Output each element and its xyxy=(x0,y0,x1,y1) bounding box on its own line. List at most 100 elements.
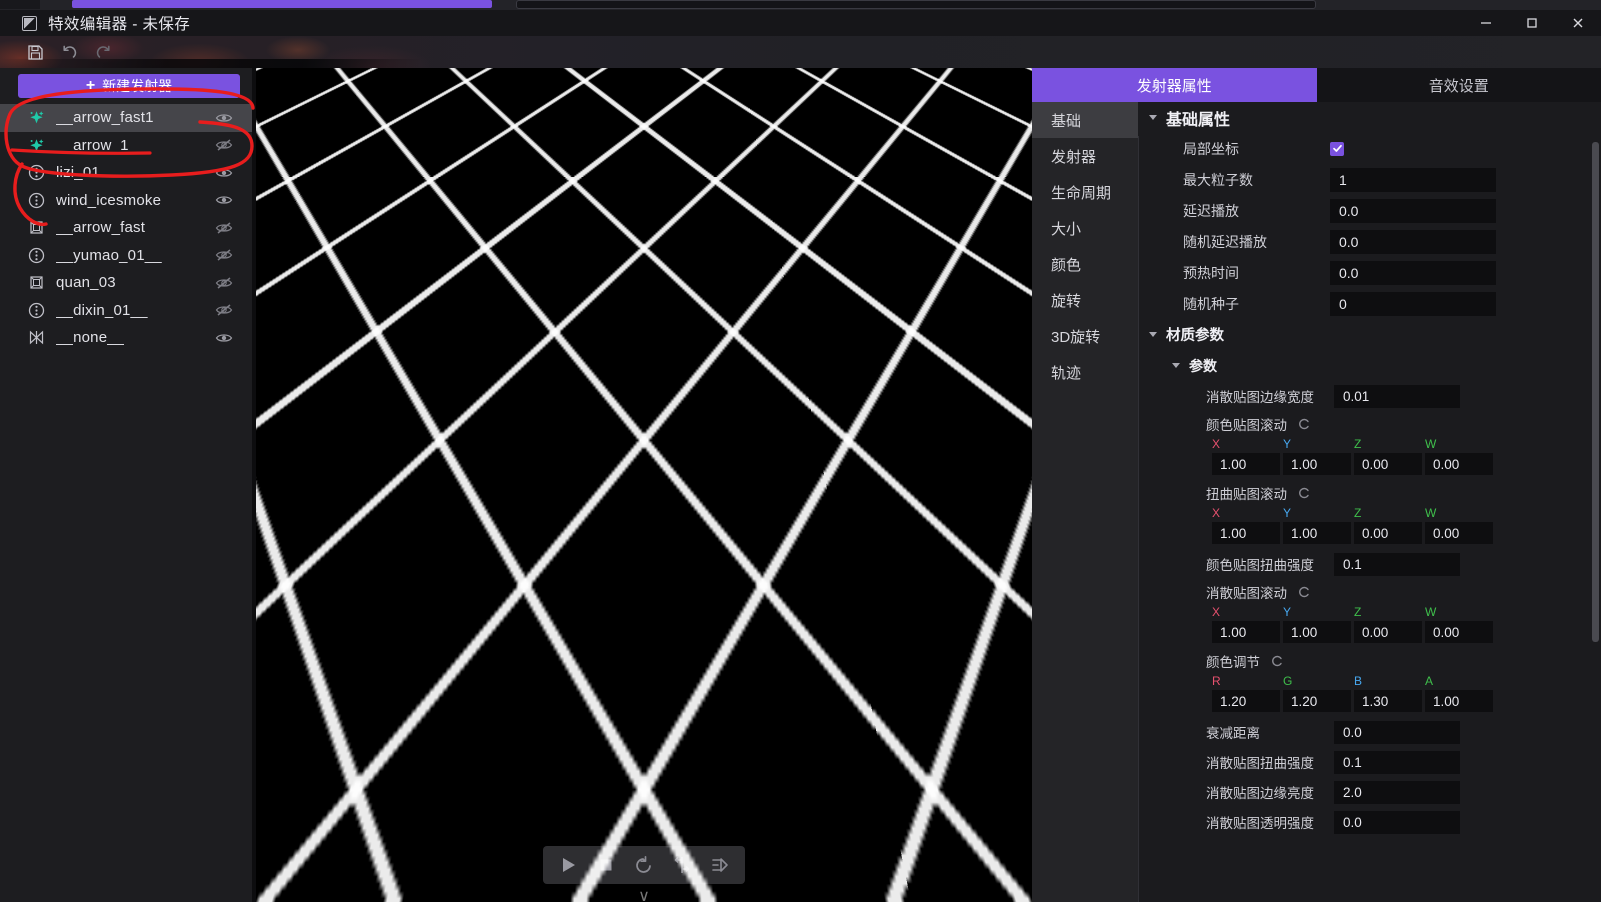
close-button[interactable] xyxy=(1555,10,1601,36)
property-value-input[interactable]: 0.0 xyxy=(1330,229,1496,254)
vector-value-input[interactable]: 1.30 xyxy=(1354,690,1422,712)
section-header-material[interactable]: 材质参数 xyxy=(1138,319,1601,350)
property-value-input[interactable]: 0 xyxy=(1330,291,1496,316)
vector-value-input[interactable]: 1.00 xyxy=(1283,453,1351,475)
property-label: 颜色贴图滚动 xyxy=(1206,418,1287,433)
eye-visible-icon[interactable] xyxy=(214,328,234,348)
component-label-Y: Y xyxy=(1283,506,1292,520)
vector-property-header: 消散贴图滚动 xyxy=(1138,579,1601,605)
property-value-input[interactable]: 0.0 xyxy=(1330,260,1496,285)
reset-button[interactable] xyxy=(633,854,655,876)
emitter-list-item[interactable]: quan_03 xyxy=(0,269,252,297)
component-label-Z: Z xyxy=(1354,605,1362,619)
component-label-X: X xyxy=(1212,506,1221,520)
emitter-list-item[interactable]: __arrow_fast1 xyxy=(0,104,252,132)
property-category-tab[interactable]: 大小 xyxy=(1032,210,1138,246)
property-label: 局部坐标 xyxy=(1183,140,1239,157)
save-icon[interactable] xyxy=(18,37,52,67)
vector-value-input[interactable]: 0.00 xyxy=(1425,522,1493,544)
properties-panel: 发射器属性 音效设置 基础 发射器 生命周期 大小 颜色 旋转 3D旋转 轨迹 基础属性 局部坐… xyxy=(1032,68,1601,902)
vector-value-input[interactable]: 1.00 xyxy=(1212,453,1280,475)
vector-value-input[interactable]: 1.00 xyxy=(1425,690,1493,712)
reset-icon[interactable] xyxy=(1269,654,1284,669)
emitter-list-item[interactable]: __dixin_01__ xyxy=(0,297,252,325)
eye-hidden-icon[interactable] xyxy=(214,135,234,155)
component-label-W: W xyxy=(1425,605,1437,619)
background-window-left xyxy=(0,0,40,9)
loop-button[interactable] xyxy=(671,854,693,876)
property-value-input[interactable]: 0.0 xyxy=(1330,198,1496,223)
minimize-button[interactable] xyxy=(1463,10,1509,36)
property-category-tab[interactable]: 发射器 xyxy=(1032,138,1138,174)
vector-value-input[interactable]: 1.00 xyxy=(1212,522,1280,544)
eye-hidden-icon[interactable] xyxy=(214,300,234,320)
emitter-list-item[interactable]: __arrow_fast xyxy=(0,214,252,242)
property-category-tab[interactable]: 轨迹 xyxy=(1032,354,1138,390)
vector-value-input[interactable]: 0.00 xyxy=(1354,522,1422,544)
vector-value-row: 1.20 1.20 1.30 1.00 xyxy=(1138,690,1601,717)
vector-value-row: 1.00 1.00 0.00 0.00 xyxy=(1138,522,1601,549)
property-category-tab[interactable]: 生命周期 xyxy=(1032,174,1138,210)
property-category-tab[interactable]: 3D旋转 xyxy=(1032,318,1138,354)
reset-icon[interactable] xyxy=(1296,585,1311,600)
property-tab[interactable]: 发射器属性 xyxy=(1032,68,1317,102)
property-value-input[interactable]: 0.1 xyxy=(1334,552,1460,576)
section-header-basic[interactable]: 基础属性 xyxy=(1138,102,1601,133)
property-value-input[interactable]: 1 xyxy=(1330,167,1496,192)
local-coordinate-checkbox[interactable] xyxy=(1330,141,1344,156)
eye-hidden-icon[interactable] xyxy=(214,245,234,265)
vector-value-input[interactable]: 0.00 xyxy=(1425,453,1493,475)
vector-value-input[interactable]: 0.00 xyxy=(1425,621,1493,643)
vector-value-input[interactable]: 1.20 xyxy=(1283,690,1351,712)
mesh-box-icon xyxy=(26,273,46,293)
properties-scrollbar[interactable] xyxy=(1592,142,1599,902)
vector-value-input[interactable]: 1.00 xyxy=(1212,621,1280,643)
property-category-tab[interactable]: 旋转 xyxy=(1032,282,1138,318)
vector-value-input[interactable]: 1.00 xyxy=(1283,621,1351,643)
property-value-input[interactable]: 0.1 xyxy=(1334,750,1460,774)
property-value-input[interactable]: 0.01 xyxy=(1334,384,1460,408)
vector-value-input[interactable]: 0.00 xyxy=(1354,453,1422,475)
eye-visible-icon[interactable] xyxy=(214,163,234,183)
component-label-Y: Y xyxy=(1283,437,1292,451)
eye-visible-icon[interactable] xyxy=(214,190,234,210)
emitter-label: __dixin_01__ xyxy=(56,301,148,319)
emitter-list-item[interactable]: __none__ xyxy=(0,324,252,352)
preview-viewport[interactable]: ∨ xyxy=(256,68,1032,902)
stop-button[interactable] xyxy=(595,854,617,876)
property-category-tab[interactable]: 颜色 xyxy=(1032,246,1138,282)
particle-icon xyxy=(26,245,46,265)
play-button[interactable] xyxy=(557,854,579,876)
emitter-list: __arrow_fast1 __arrow_1 lizi_01 wind_ice… xyxy=(0,104,252,352)
property-category-tab[interactable]: 基础 xyxy=(1032,102,1138,138)
eye-hidden-icon[interactable] xyxy=(214,218,234,238)
emitter-list-item[interactable]: wind_icesmoke xyxy=(0,187,252,215)
property-value-input[interactable]: 2.0 xyxy=(1334,780,1460,804)
step-button[interactable] xyxy=(709,854,731,876)
property-label: 消散贴图边缘宽度 xyxy=(1206,390,1314,405)
property-value-input[interactable]: 0.0 xyxy=(1334,810,1460,834)
scrollbar-thumb[interactable] xyxy=(1592,142,1599,642)
eye-hidden-icon[interactable] xyxy=(214,273,234,293)
window-title: 特效编辑器 - 未保存 xyxy=(48,16,191,33)
section-header-params[interactable]: 参数 xyxy=(1138,350,1601,381)
reset-icon[interactable] xyxy=(1296,417,1311,432)
emitter-list-item[interactable]: __yumao_01__ xyxy=(0,242,252,270)
maximize-button[interactable] xyxy=(1509,10,1555,36)
vector-value-input[interactable]: 0.00 xyxy=(1354,621,1422,643)
vector-component-labels: XYZW xyxy=(1138,506,1601,522)
vector-value-input[interactable]: 1.00 xyxy=(1283,522,1351,544)
emitter-list-item[interactable]: lizi_01 xyxy=(0,159,252,187)
redo-icon[interactable] xyxy=(86,37,120,67)
emitter-list-panel: + 新建发射器 __arrow_fast1 __arrow_1 lizi_01 … xyxy=(0,68,252,902)
property-tab[interactable]: 音效设置 xyxy=(1316,68,1601,102)
emitter-label: quan_03 xyxy=(56,274,116,292)
property-row: 颜色贴图扭曲强度 0.1 xyxy=(1138,549,1601,579)
property-value-input[interactable]: 0.0 xyxy=(1334,720,1460,744)
eye-visible-icon[interactable] xyxy=(214,108,234,128)
reset-icon[interactable] xyxy=(1296,486,1311,501)
vector-value-input[interactable]: 1.20 xyxy=(1212,690,1280,712)
new-emitter-button[interactable]: + 新建发射器 xyxy=(18,74,240,98)
undo-icon[interactable] xyxy=(52,37,86,67)
emitter-list-item[interactable]: __arrow_1 xyxy=(0,132,252,160)
